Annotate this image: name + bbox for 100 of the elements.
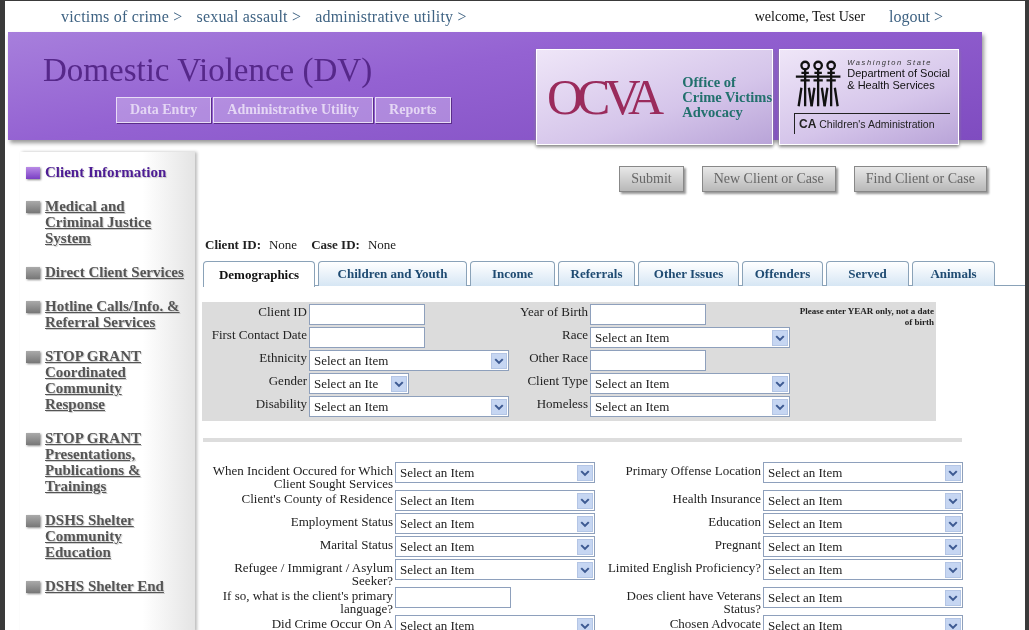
field-label: Gender [267,373,308,390]
id-label: Case ID: [311,237,360,253]
dropdown[interactable]: Select an Item [590,373,790,394]
field-label: Client ID [257,304,308,321]
dropdown-arrow-icon [577,464,593,481]
action-button[interactable]: New Client or Case [701,166,836,192]
breadcrumb-link[interactable]: administrative utility > [315,7,467,26]
agency-name: Office of Crime Victims Advocacy [682,74,773,120]
text-field[interactable] [590,304,706,325]
field-label: Health Insurance [671,490,762,508]
tab[interactable]: Animals [912,261,995,286]
field-label: Limited English Proficiency? [606,559,762,577]
tab[interactable]: Demographics [203,261,315,287]
logo-mark: OCVA [547,68,659,126]
id-label: Client ID: [205,237,261,253]
field-label: Chosen Advocate [668,615,762,630]
hint-text: Please enter YEAR only, not a date of birth [798,305,935,329]
field-label: Education [707,513,762,531]
field-label: First Contact Date [210,327,308,344]
field-label: Client Type [526,373,589,390]
field-label: Race [561,327,589,344]
text-field[interactable] [309,304,425,325]
dropdown-arrow-icon [491,398,507,415]
field-label: Does client have Veterans Status? [625,587,762,615]
dropdown[interactable]: Select an Item [590,396,790,417]
dropdown-arrow-icon [391,375,407,392]
dropdown-arrow-icon [945,492,961,509]
action-button[interactable]: Find Client or Case [853,166,987,192]
sidebar-link[interactable]: Medical and Criminal Justice System [45,198,185,246]
dropdown[interactable]: Select an Item [395,490,595,511]
field-label: Year of Birth [519,304,589,321]
division-name: CA Children's Administration [794,113,950,134]
dropdown[interactable]: Select an Item [309,350,509,371]
field-label: Other Race [528,350,589,367]
sidebar-link[interactable]: DSHS Shelter End [45,578,164,594]
field-label: Did Crime Occur On A [270,616,394,630]
dropdown[interactable]: Select an Item [309,396,509,417]
id-value: None [367,237,397,253]
sidebar-link[interactable]: Direct Client Services [45,264,184,280]
id-value: None [268,237,298,253]
dropdown-arrow-icon [577,561,593,578]
dropdown[interactable]: Select an Item [763,587,963,608]
sidebar-link[interactable]: STOP GRANT Presentations, Publications & Trainings [45,430,185,494]
dropdown[interactable]: Select an Item [763,536,963,557]
dropdown[interactable]: Select an Item [763,513,963,534]
field-label: Refugee / Immigrant / Asylum Seeker? [233,559,394,587]
app-title: Domestic Violence (DV) [43,52,373,89]
dropdown-arrow-icon [577,515,593,532]
action-button[interactable]: Submit [619,166,684,192]
sidebar-link[interactable]: Hotline Calls/Info. & Referral Services [45,298,185,330]
field-label: Disability [254,396,308,413]
logout-link[interactable]: logout > [889,7,943,26]
text-field[interactable] [590,350,706,371]
dropdown[interactable]: Select an Item [763,559,963,580]
field-label: Marital Status [318,536,394,554]
dropdown-arrow-icon [772,398,788,415]
tab[interactable]: Referrals [558,261,635,286]
dropdown-arrow-icon [577,617,593,630]
breadcrumb-link[interactable]: victims of crime > [61,7,183,26]
dropdown-arrow-icon [945,589,961,606]
field-label: Primary Offense Location [624,462,762,480]
sidebar-link[interactable]: STOP GRANT Coordinated Community Response [45,348,185,412]
breadcrumb-link[interactable]: sexual assault > [196,7,302,26]
field-label: Pregnant [713,536,762,554]
tab[interactable]: Served [826,261,909,286]
dropdown[interactable]: Select an Item [763,490,963,511]
dropdown-arrow-icon [491,352,507,369]
field-label: Client's County of Residence [240,491,394,508]
department-name: Department of Social & Health Services [847,67,950,91]
field-label: Employment Status [289,513,394,531]
tab[interactable]: Children and Youth [318,261,467,286]
tab[interactable]: Other Issues [638,261,739,286]
text-field[interactable] [309,327,425,348]
dropdown-arrow-icon [577,538,593,555]
text-field[interactable] [395,587,511,608]
dropdown[interactable]: Select an Item [395,559,595,580]
field-label: If so, what is the client's primary language? [221,587,394,615]
dropdown[interactable]: Select an Item [590,327,790,348]
dropdown[interactable]: Select an Ite [309,373,409,394]
dropdown[interactable]: Select an Item [395,462,595,483]
dropdown-arrow-icon [945,538,961,555]
dropdown[interactable]: Select an Item [763,462,963,483]
dropdown-arrow-icon [945,617,961,630]
dropdown-arrow-icon [772,329,788,346]
welcome-text: welcome, Test User [754,8,866,25]
sidebar-link[interactable]: Client Information [45,164,167,180]
field-label: When Incident Occured for Which Client Sought Services [211,462,394,490]
dropdown[interactable]: Select an Item [395,536,595,557]
dropdown-arrow-icon [577,492,593,509]
dropdown-arrow-icon [772,375,788,392]
dropdown-arrow-icon [945,561,961,578]
dropdown[interactable]: Select an Item [395,513,595,534]
dropdown[interactable]: Select an Item [395,615,595,630]
dropdown-arrow-icon [945,515,961,532]
sidebar-link[interactable]: DSHS Shelter Community Education [45,512,185,560]
dropdown[interactable]: Select an Item [763,615,963,630]
tab[interactable]: Income [470,261,555,286]
field-label: Ethnicity [258,350,308,367]
dropdown-arrow-icon [945,464,961,481]
tab[interactable]: Offenders [742,261,823,286]
